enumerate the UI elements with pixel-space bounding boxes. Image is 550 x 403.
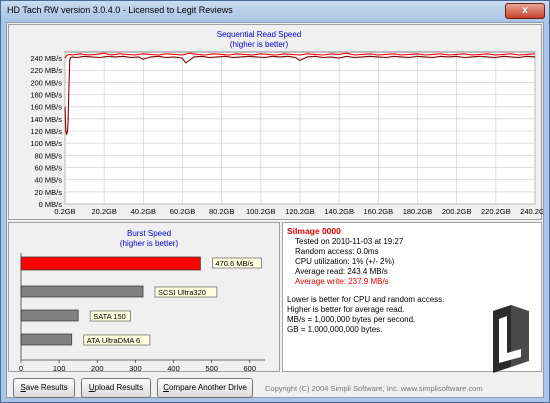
burst-bar-label: SCSI Ultra320 — [158, 288, 206, 297]
note-cpu: Lower is better for CPU and random acces… — [287, 295, 445, 304]
seq-x-tick-label: 240.2GB — [520, 207, 543, 216]
burst-chart-title: Burst Speed — [127, 229, 171, 238]
burst-x-tick-label: 500 — [205, 364, 218, 373]
burst-x-tick-label: 100 — [53, 364, 66, 373]
seq-y-tick-label: 160 MB/s — [30, 103, 62, 112]
burst-speed-panel: Burst Speed (higher is better) 470.6 MB/… — [8, 222, 280, 373]
title-bar[interactable]: HD Tach RW version 3.0.4.0 - Licensed to… — [1, 1, 549, 21]
seq-x-tick-label: 80.2GB — [209, 207, 234, 216]
burst-bar — [20, 285, 144, 298]
copyright-text: Copyright (C) 2004 Simpli Software, Inc.… — [265, 384, 483, 393]
seq-x-tick-label: 220.2GB — [481, 207, 511, 216]
average-read: Average read: 243.4 MB/s — [295, 267, 388, 276]
seq-x-tick-label: 60.2GB — [170, 207, 195, 216]
client-area: Sequential Read Speed (higher is better)… — [6, 22, 550, 398]
random-access: Random access: 0.0ms — [295, 247, 379, 256]
seq-y-tick-label: 20 MB/s — [34, 188, 62, 197]
note-gb: GB = 1,000,000,000 bytes. — [287, 325, 383, 334]
drive-name: SiImage 0000 — [287, 226, 341, 236]
burst-bar — [20, 256, 201, 271]
seq-y-tick-label: 180 MB/s — [30, 91, 62, 100]
burst-x-tick-label: 300 — [129, 364, 142, 373]
seq-y-tick-label: 120 MB/s — [30, 127, 62, 136]
seq-x-tick-label: 20.2GB — [91, 207, 116, 216]
seq-x-tick-label: 140.2GB — [324, 207, 354, 216]
sequential-read-chart: Sequential Read Speed (higher is better)… — [30, 30, 549, 216]
burst-bar — [20, 333, 73, 346]
app-window: HD Tach RW version 3.0.4.0 - Licensed to… — [0, 0, 550, 403]
seq-x-tick-label: 160.2GB — [364, 207, 394, 216]
seq-y-tick-label: 140 MB/s — [30, 115, 62, 124]
tested-on: Tested on 2010-11-03 at 19:27 — [295, 237, 404, 246]
seq-y-tick-label: 240 MB/s — [30, 54, 62, 63]
seq-x-tick-label: 120.2GB — [285, 207, 315, 216]
burst-bar-label: ATA UltraDMA 6 — [87, 336, 141, 345]
burst-x-tick-label: 0 — [19, 364, 23, 373]
window-title: HD Tach RW version 3.0.4.0 - Licensed to… — [7, 5, 233, 15]
seq-y-tick-label: 60 MB/s — [34, 164, 62, 173]
seq-x-tick-label: 180.2GB — [403, 207, 433, 216]
seq-y-tick-label: 80 MB/s — [34, 151, 62, 160]
compare-another-drive-button[interactable]: Compare Another Drive — [157, 378, 253, 398]
seq-x-tick-label: 0.2GB — [54, 207, 75, 216]
sequential-read-panel: Sequential Read Speed (higher is better)… — [8, 24, 550, 220]
save-results-button[interactable]: Save Results — [13, 378, 75, 398]
burst-chart-subtitle: (higher is better) — [120, 239, 179, 248]
upload-results-button[interactable]: Upload Results — [81, 378, 151, 398]
seq-y-tick-label: 40 MB/s — [34, 176, 62, 185]
note-mbs: MB/s = 1,000,000 bytes per second. — [287, 315, 416, 324]
note-read: Higher is better for average read. — [287, 305, 405, 314]
burst-speed-chart: Burst Speed (higher is better) 470.6 MB/… — [19, 229, 265, 373]
seq-x-tick-label: 100.2GB — [246, 207, 276, 216]
burst-x-tick-label: 200 — [91, 364, 104, 373]
seq-y-tick-label: 220 MB/s — [30, 66, 62, 75]
seq-chart-subtitle: (higher is better) — [230, 40, 289, 49]
seq-x-tick-label: 200.2GB — [442, 207, 472, 216]
burst-x-tick-label: 400 — [167, 364, 180, 373]
seq-x-tick-label: 40.2GB — [131, 207, 156, 216]
close-button[interactable]: x — [505, 3, 545, 19]
burst-bar-label: 470.6 MB/s — [215, 259, 253, 268]
burst-x-tick-label: 600 — [243, 364, 256, 373]
burst-bar — [20, 309, 79, 322]
seq-y-tick-label: 200 MB/s — [30, 78, 62, 87]
seq-chart-title: Sequential Read Speed — [217, 30, 302, 39]
legit-reviews-logo — [493, 305, 529, 373]
average-write: Average write: 237.9 MB/s — [295, 277, 389, 286]
seq-y-tick-label: 100 MB/s — [30, 139, 62, 148]
cpu-utilization: CPU utilization: 1% (+/- 2%) — [295, 257, 395, 266]
burst-bar-label: SATA 150 — [93, 312, 126, 321]
